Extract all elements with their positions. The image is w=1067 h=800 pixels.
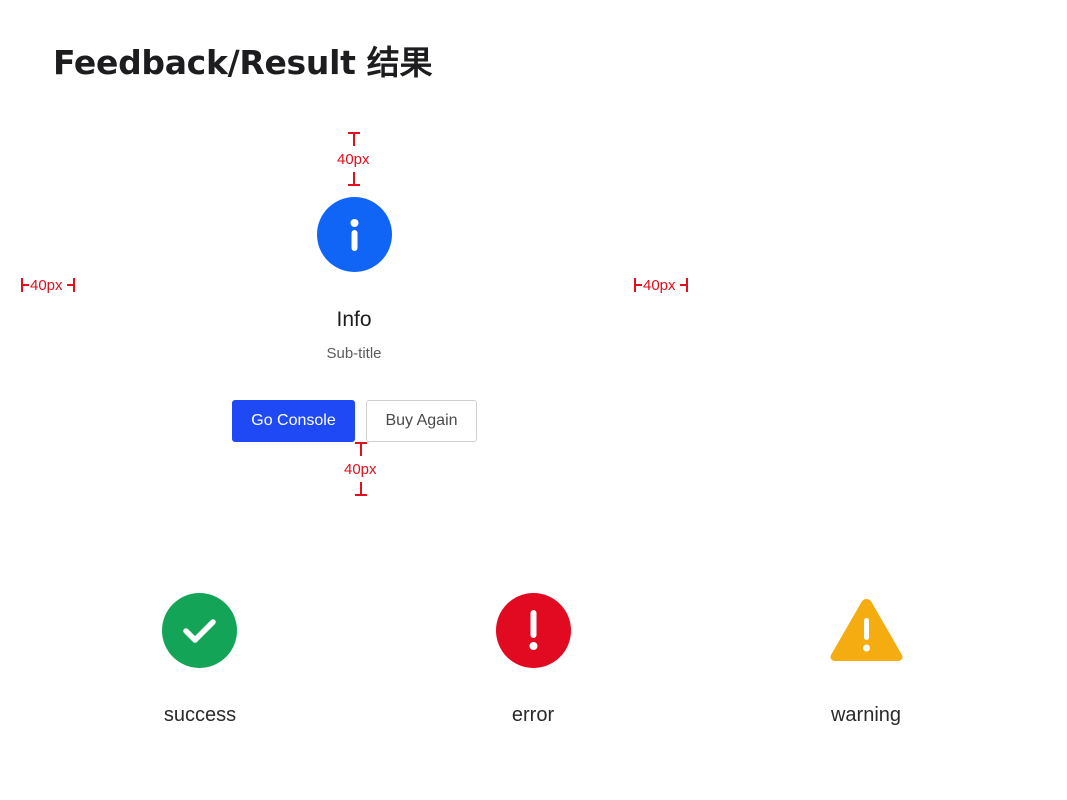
spec-right-label: 40px xyxy=(643,277,676,294)
check-circle-icon xyxy=(162,593,237,668)
spec-bottom-marker-start xyxy=(355,442,367,456)
spec-bottom-label: 40px xyxy=(344,461,377,478)
spec-left-marker-end xyxy=(67,278,76,292)
spec-top-label: 40px xyxy=(337,151,370,168)
spec-bottom-marker-end xyxy=(355,482,367,496)
spec-right-marker-end xyxy=(680,278,689,292)
page: Feedback/Result 结果 40px 40px 40px Info S… xyxy=(0,0,1067,800)
status-label-warning: warning xyxy=(830,704,902,726)
result-subtitle: Sub-title xyxy=(326,345,382,362)
spec-top-marker-start xyxy=(348,132,360,146)
status-label-success: success xyxy=(163,704,237,726)
go-console-button[interactable]: Go Console xyxy=(232,400,355,442)
status-label-error: error xyxy=(511,704,555,726)
info-icon xyxy=(317,197,392,272)
spec-left-marker-start xyxy=(21,278,29,292)
result-title: Info xyxy=(336,308,372,331)
exclamation-circle-icon xyxy=(496,593,571,668)
spec-left-label: 40px xyxy=(30,277,63,294)
spec-right-marker-start xyxy=(634,278,642,292)
warning-triangle-icon xyxy=(829,593,904,668)
buy-again-button[interactable]: Buy Again xyxy=(366,400,477,442)
spec-top-marker-end xyxy=(348,172,360,186)
page-title: Feedback/Result 结果 xyxy=(53,43,433,82)
